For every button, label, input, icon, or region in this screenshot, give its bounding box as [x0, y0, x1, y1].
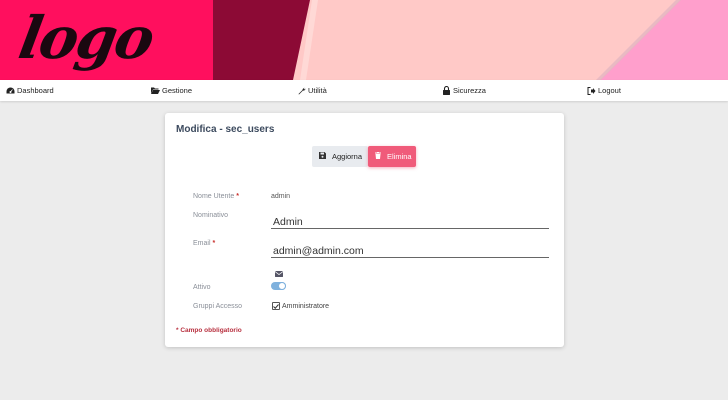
email-field[interactable]: [271, 244, 549, 258]
nav-utilita[interactable]: Utilità: [297, 80, 327, 101]
required-marker: *: [236, 193, 239, 200]
nav-sicurezza-label: Sicurezza: [453, 86, 486, 95]
nav-dashboard-label: Dashboard: [17, 86, 54, 95]
name-label: Nominativo: [193, 212, 229, 219]
nav-logout[interactable]: Logout: [587, 80, 621, 101]
nav-logout-label: Logout: [598, 86, 621, 95]
folder-open-icon: [151, 86, 160, 95]
wrench-icon: [297, 86, 306, 95]
active-toggle[interactable]: [271, 282, 286, 290]
dashboard-icon: [6, 86, 15, 95]
name-field[interactable]: [271, 215, 549, 229]
required-marker: *: [212, 240, 216, 247]
required-note: * Campo obbligatorio: [176, 327, 242, 334]
delete-button-label: Elimina: [387, 152, 412, 161]
groups-label: Gruppi Accesso: [193, 303, 243, 310]
envelope-icon: [274, 264, 284, 282]
group-checkbox[interactable]: [272, 302, 280, 310]
nav-utilita-label: Utilità: [308, 86, 327, 95]
nav-dashboard[interactable]: Dashboard: [6, 80, 54, 101]
email-label: Email *: [193, 240, 216, 247]
active-label: Attivo: [193, 284, 211, 291]
delete-button[interactable]: Elimina: [368, 146, 416, 167]
main-navbar: Dashboard Gestione Utilità Sicurezza Log…: [0, 80, 728, 101]
nav-gestione-label: Gestione: [162, 86, 193, 95]
group-option: Amministratore: [272, 302, 329, 310]
logo[interactable]: logo: [13, 0, 159, 78]
update-button[interactable]: Aggiorna: [312, 146, 368, 167]
nav-sicurezza[interactable]: Sicurezza: [442, 80, 486, 101]
header-banner: logo: [0, 0, 728, 80]
save-icon: [319, 152, 326, 161]
page-title: Modifica - sec_users: [176, 124, 275, 135]
group-option-label: Amministratore: [282, 302, 330, 310]
username-value: admin: [271, 193, 291, 200]
update-button-label: Aggiorna: [332, 152, 363, 161]
username-label: Nome Utente *: [193, 193, 239, 200]
nav-gestione[interactable]: Gestione: [151, 80, 192, 101]
edit-user-card: Modifica - sec_users Aggiorna Elimina No…: [165, 113, 564, 347]
trash-icon: [375, 152, 381, 161]
lock-icon: [442, 86, 451, 95]
check-icon: [273, 303, 279, 309]
logout-icon: [587, 86, 596, 95]
toggle-knob: [278, 282, 286, 290]
